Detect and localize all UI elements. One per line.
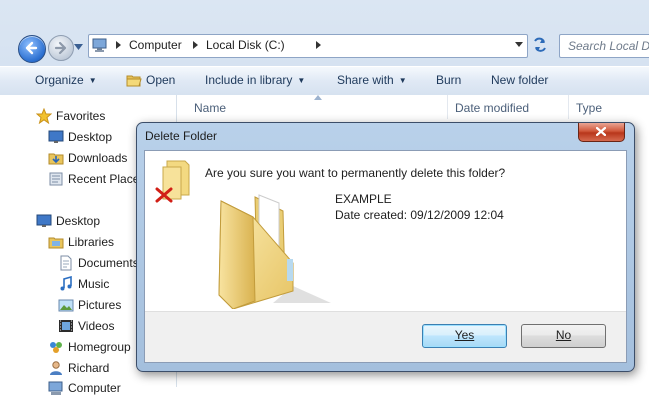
chevron-down-icon: ▼ <box>88 76 97 85</box>
share-with-menu[interactable]: Share with ▼ <box>337 73 407 87</box>
column-header-date-modified[interactable]: Date modified <box>447 95 569 119</box>
folder-date-created: Date created: 09/12/2009 12:04 <box>335 208 504 222</box>
organize-menu[interactable]: Organize ▼ <box>35 73 97 87</box>
column-header-name[interactable]: Name <box>177 95 448 119</box>
computer-icon <box>92 38 107 52</box>
nav-downloads-label: Downloads <box>68 151 128 165</box>
command-bar: Organize ▼ Open Include in library ▼ Share… <box>0 66 649 96</box>
music-icon <box>60 276 72 291</box>
breadcrumb-separator-icon[interactable] <box>115 40 122 50</box>
nav-documents-label: Documents <box>78 256 139 270</box>
pictures-icon <box>58 299 74 312</box>
search-placeholder: Search Local Disk <box>568 39 649 53</box>
downloads-folder-icon <box>48 153 64 165</box>
organize-label: Organize <box>35 73 84 87</box>
nav-videos-label: Videos <box>78 319 115 333</box>
nav-computer-label: Computer <box>68 381 121 395</box>
videos-icon <box>59 320 73 332</box>
star-icon <box>36 108 52 124</box>
recent-places-icon <box>49 172 63 186</box>
include-in-library-menu[interactable]: Include in library ▼ <box>205 73 305 87</box>
user-folder-icon <box>50 361 62 375</box>
breadcrumb-separator-icon[interactable] <box>315 40 322 50</box>
open-button[interactable]: Open <box>146 73 175 87</box>
folder-name: EXAMPLE <box>335 192 392 206</box>
nav-libraries-label: Libraries <box>68 235 115 249</box>
nav-desktop-favorite-label: Desktop <box>68 130 113 144</box>
share-label: Share with <box>337 73 394 87</box>
yes-label: Yes <box>454 328 475 342</box>
desktop-icon <box>48 130 64 143</box>
yes-button[interactable]: Yes <box>422 324 507 348</box>
forward-arrow-icon <box>54 41 67 55</box>
homegroup-icon <box>50 342 62 353</box>
dialog-title: Delete Folder <box>145 129 218 143</box>
search-box[interactable]: Search Local Disk <box>559 34 649 58</box>
no-label: No <box>555 328 572 342</box>
column-date-modified-label: Date modified <box>455 101 530 115</box>
nav-favorites-label: Favorites <box>56 109 106 123</box>
column-type-label: Type <box>576 101 603 115</box>
nav-homegroup-label: Homegroup <box>68 340 131 354</box>
include-label: Include in library <box>205 73 293 87</box>
documents-icon <box>60 255 72 271</box>
nav-pictures-label: Pictures <box>78 298 122 312</box>
forward-button[interactable] <box>48 35 74 61</box>
new-folder-button[interactable]: New folder <box>491 73 548 87</box>
folder-icon <box>218 194 331 309</box>
no-button[interactable]: No <box>521 324 606 348</box>
desktop-icon <box>36 214 52 227</box>
navigation-bar: Computer Local Disk (C:) Search Local Di… <box>0 26 649 66</box>
history-dropdown-icon[interactable] <box>74 43 83 51</box>
chevron-down-icon: ▼ <box>297 76 306 85</box>
close-icon <box>596 127 606 136</box>
libraries-icon <box>48 237 64 249</box>
back-button[interactable] <box>18 35 46 63</box>
refresh-icon[interactable] <box>528 34 552 56</box>
column-header-type[interactable]: Type <box>568 95 649 119</box>
address-dropdown-icon[interactable] <box>515 42 523 48</box>
breadcrumb-computer[interactable]: Computer <box>129 38 182 52</box>
nav-music-label: Music <box>78 277 110 291</box>
breadcrumb-local-disk[interactable]: Local Disk (C:) <box>206 38 285 52</box>
computer-icon <box>48 381 63 395</box>
breadcrumb-separator-icon[interactable] <box>192 40 199 50</box>
nav-richard-label: Richard <box>68 361 110 375</box>
burn-button[interactable]: Burn <box>436 73 461 87</box>
dialog-body: Are you sure you want to permanently del… <box>144 150 627 363</box>
address-bar[interactable]: Computer Local Disk (C:) <box>88 34 528 58</box>
chevron-down-icon: ▼ <box>398 76 407 85</box>
delete-folder-dialog: Delete Folder Are you sure you want to p… <box>136 122 635 372</box>
confirm-question: Are you sure you want to permanently del… <box>205 166 506 180</box>
nav-desktop-label: Desktop <box>56 214 101 228</box>
back-arrow-icon <box>25 41 38 55</box>
close-button[interactable] <box>578 123 625 142</box>
column-name-label: Name <box>194 101 227 115</box>
open-icon <box>126 75 142 87</box>
delete-folder-icon <box>155 160 190 203</box>
nav-recent-places-label: Recent Places <box>68 172 146 186</box>
